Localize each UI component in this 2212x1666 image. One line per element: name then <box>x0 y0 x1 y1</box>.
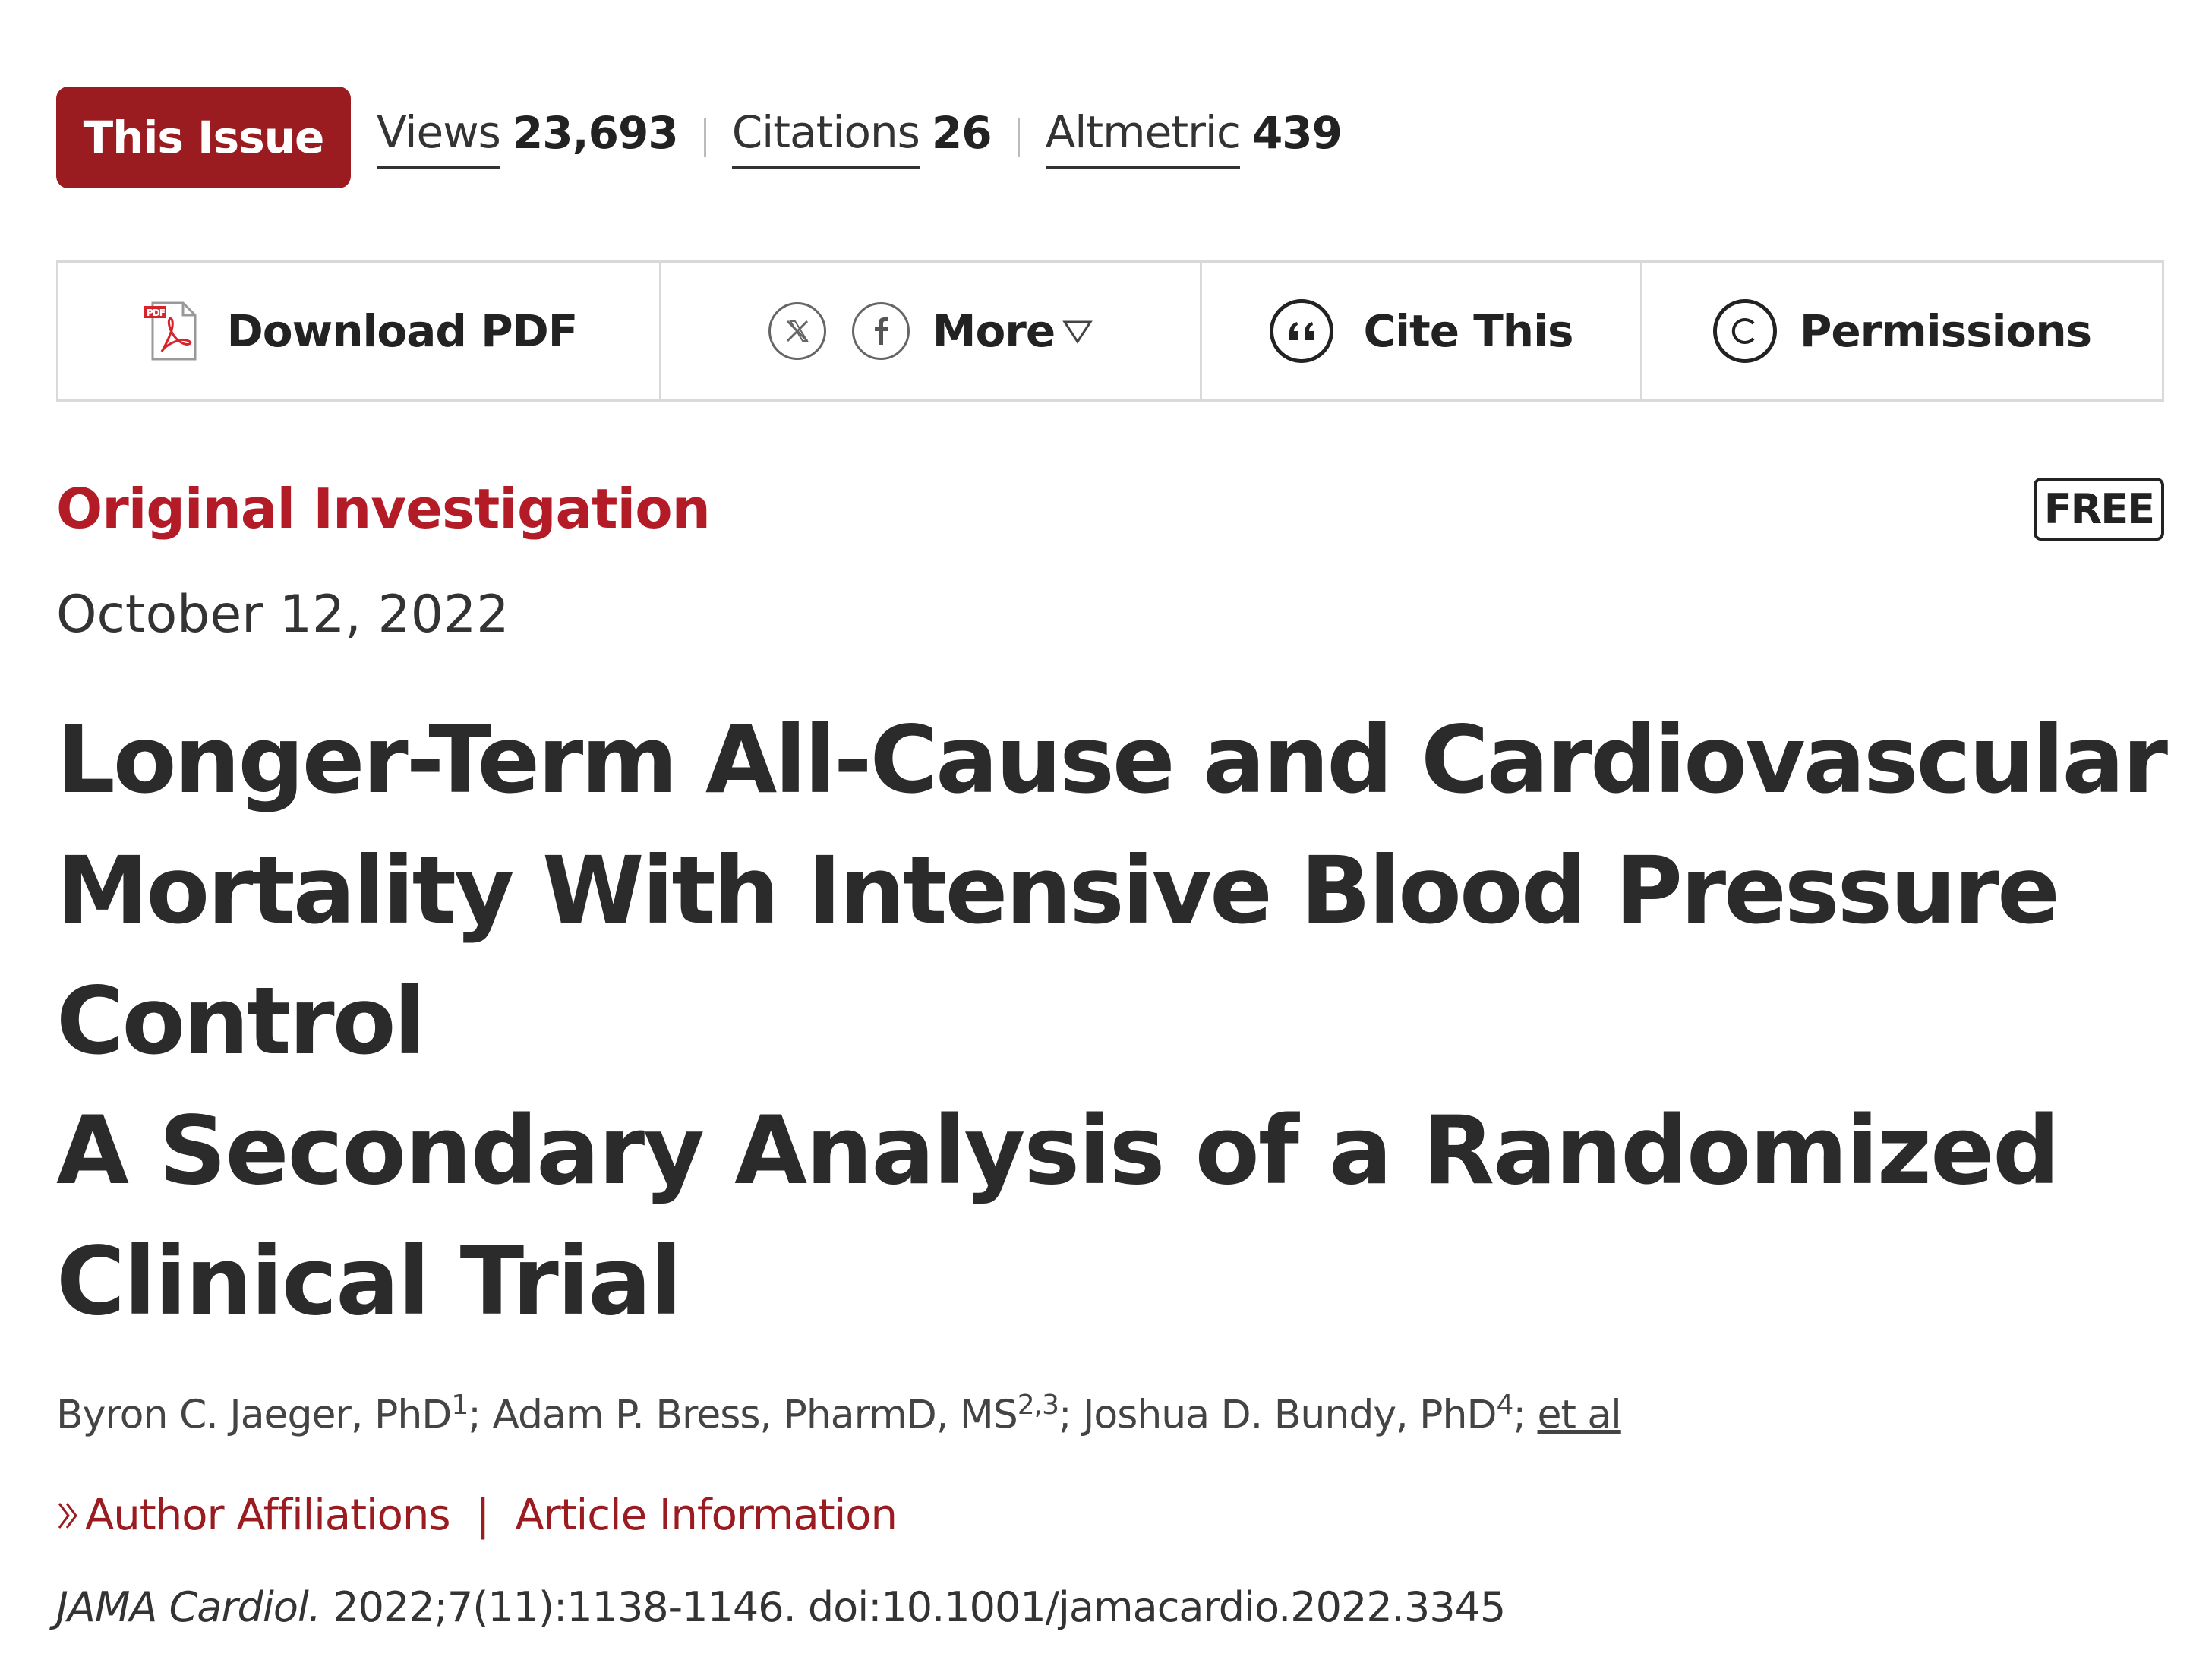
download-pdf-label: Download PDF <box>226 305 579 357</box>
article-type: Original Investigation <box>56 477 711 541</box>
caret-down-icon[interactable] <box>1062 317 1093 345</box>
author-name[interactable]: Adam P. Bress, PharmD, MS <box>492 1392 1018 1437</box>
altmetric-metric[interactable]: Altmetric 439 <box>1045 92 1343 183</box>
cite-this-label: Cite This <box>1363 305 1574 357</box>
citations-metric[interactable]: Citations 26 <box>731 92 992 183</box>
author-affiliation-ref: 2,3 <box>1017 1390 1059 1421</box>
citation-line: JAMA Cardiol. 2022;7(11):1138-1146. doi:… <box>56 1583 1506 1631</box>
author-separator: ; <box>1513 1392 1538 1438</box>
this-issue-button[interactable]: This Issue <box>56 87 351 188</box>
author-affiliations-link[interactable]: Author Affiliations <box>85 1491 451 1540</box>
quote-icon <box>1269 299 1333 363</box>
et-al-link[interactable]: et al <box>1538 1392 1622 1437</box>
article-subtitle: A Secondary Analysis of a Randomized Cli… <box>56 1096 2060 1336</box>
metrics-bar: This Issue Views 23,693 Citations 26 Alt… <box>56 87 1343 188</box>
permissions-button[interactable]: Permissions <box>1642 263 2162 399</box>
article-header-page: This Issue Views 23,693 Citations 26 Alt… <box>0 0 2212 1666</box>
views-value: 23,693 <box>512 106 679 159</box>
metric-divider <box>703 118 706 157</box>
author-name[interactable]: Byron C. Jaeger, PhD <box>56 1392 452 1437</box>
author-affiliation-ref: 1 <box>451 1390 469 1421</box>
x-twitter-icon[interactable] <box>768 302 826 360</box>
author-separator: ; <box>468 1392 493 1438</box>
altmetric-value: 439 <box>1251 106 1343 159</box>
svg-text:PDF: PDF <box>147 308 166 318</box>
pdf-icon: PDF <box>140 298 206 364</box>
altmetric-label[interactable]: Altmetric <box>1045 106 1241 169</box>
free-badge: FREE <box>2033 477 2164 541</box>
citation-details: 2022;7(11):1138-1146. doi:10.1001/jamaca… <box>320 1583 1506 1631</box>
link-separator: | <box>475 1491 491 1540</box>
publication-date: October 12, 2022 <box>56 585 510 645</box>
citations-label[interactable]: Citations <box>731 106 920 169</box>
article-type-row: Original Investigation FREE <box>56 477 2164 541</box>
article-information-link[interactable]: Article Information <box>515 1491 898 1540</box>
cite-this-button[interactable]: Cite This <box>1202 263 1642 399</box>
author-affiliation-ref: 4 <box>1496 1390 1514 1421</box>
facebook-icon[interactable] <box>851 302 910 360</box>
views-metric[interactable]: Views 23,693 <box>377 92 679 183</box>
views-label[interactable]: Views <box>377 106 501 169</box>
download-pdf-button[interactable]: PDF Download PDF <box>58 263 661 399</box>
article-toolbar: PDF Download PDF More Cite This Permissi… <box>56 260 2164 402</box>
share-more-group: More <box>661 263 1202 399</box>
author-list: Byron C. Jaeger, PhD1; Adam P. Bress, Ph… <box>56 1390 1622 1438</box>
author-name[interactable]: Joshua D. Bundy, PhD <box>1083 1392 1497 1437</box>
article-title: Longer-Term All-Cause and Cardiovascular… <box>56 706 2168 1075</box>
metric-divider <box>1017 118 1020 157</box>
double-chevron-right-icon[interactable] <box>56 1500 79 1531</box>
article-links-row: Author Affiliations | Article Informatio… <box>56 1491 898 1540</box>
author-separator: ; <box>1059 1392 1084 1438</box>
copyright-icon <box>1712 299 1777 363</box>
permissions-label: Permissions <box>1799 305 2092 357</box>
citations-value: 26 <box>931 106 992 159</box>
journal-abbreviation: JAMA Cardiol. <box>56 1583 321 1631</box>
more-label[interactable]: More <box>932 305 1056 357</box>
